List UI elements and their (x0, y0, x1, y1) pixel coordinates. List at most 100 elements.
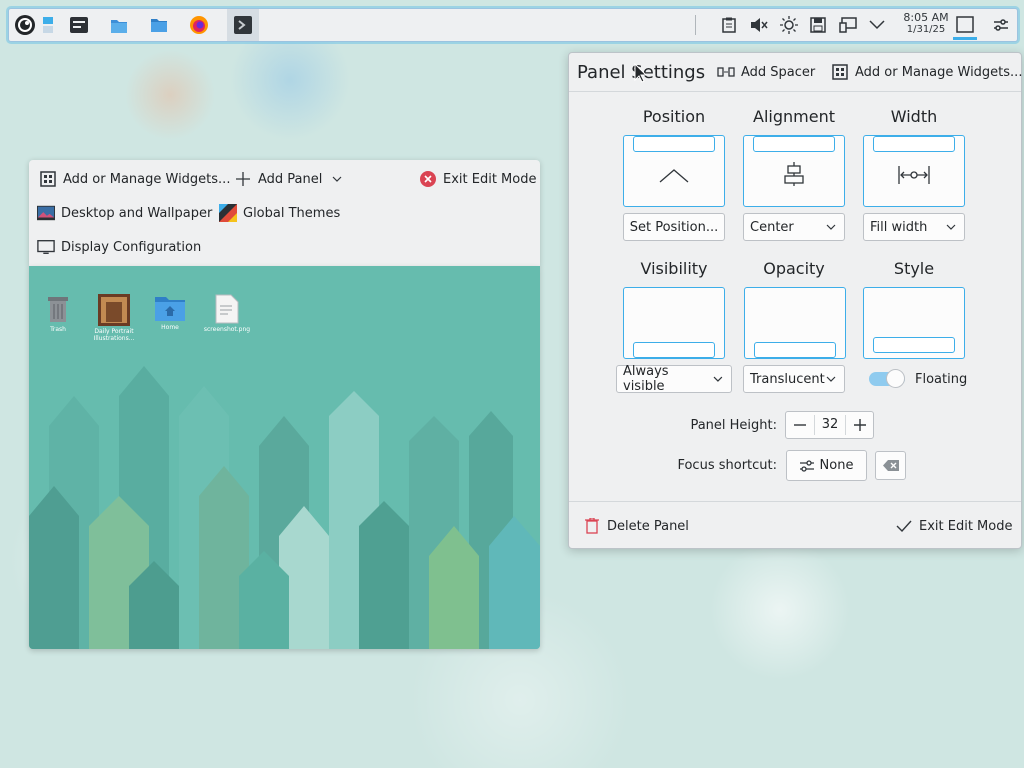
opacity-value: Translucent (750, 371, 825, 387)
add-widgets-button[interactable]: Add or Manage Widgets... (831, 60, 1022, 84)
position-label: Position (642, 107, 706, 126)
width-select[interactable]: Fill width (863, 213, 965, 241)
overview-icon[interactable] (67, 13, 91, 37)
desktop-icon-trash[interactable]: Trash (34, 294, 82, 333)
position-preview (623, 135, 725, 207)
style-preview (863, 287, 965, 359)
digital-clock[interactable]: 8:05 AM 1/31/25 (893, 12, 959, 36)
clear-shortcut-button[interactable] (875, 451, 906, 480)
desktop-icon-home[interactable]: Home (146, 294, 194, 331)
minus-icon (794, 424, 806, 426)
focus-shortcut-button[interactable]: None (786, 450, 867, 481)
opacity-select[interactable]: Translucent (743, 365, 845, 393)
chevron-down-icon[interactable] (867, 15, 887, 35)
alignment-value: Center (750, 219, 794, 235)
chevron-down-icon (826, 224, 836, 230)
global-themes-button[interactable]: Global Themes (219, 201, 340, 225)
clock-date: 1/31/25 (906, 24, 946, 35)
decrement-button[interactable] (786, 412, 814, 438)
trash-icon (48, 297, 68, 322)
dolphin-icon[interactable] (107, 13, 131, 37)
konsole-icon[interactable] (231, 13, 255, 37)
network-icon[interactable] (838, 15, 858, 35)
panel-preview-bar (753, 136, 835, 152)
pager-icon[interactable] (41, 13, 55, 37)
alignment-preview (743, 135, 845, 207)
alignment-select[interactable]: Center (743, 213, 845, 241)
panel-preview-bar (754, 342, 836, 358)
add-widgets-label: Add or Manage Widgets... (63, 171, 231, 187)
show-desktop-indicator (953, 37, 977, 40)
storage-icon[interactable] (808, 15, 828, 35)
desktop-icon-label: Daily Portrait Illustrations... (93, 328, 135, 342)
display-configuration-label: Display Configuration (61, 239, 202, 255)
trash-icon (583, 517, 601, 535)
desktop-preview[interactable]: Trash Daily Portrait Illustrations... Ho… (29, 266, 540, 649)
exit-edit-mode-button[interactable]: Exit Edit Mode (895, 514, 1012, 538)
application-launcher-icon[interactable] (13, 13, 37, 37)
floating-label: Floating (915, 371, 968, 387)
clock-time: 8:05 AM (903, 11, 949, 24)
delete-panel-button[interactable]: Delete Panel (583, 514, 689, 538)
alignment-label: Alignment (753, 107, 835, 126)
show-desktop-icon[interactable] (955, 15, 975, 35)
desktop-icon-file[interactable]: screenshot.png (203, 294, 251, 333)
exit-edit-mode-label: Exit Edit Mode (919, 518, 1013, 534)
toggle-knob (886, 369, 905, 388)
spacer-icon (717, 63, 735, 81)
panel-configure-icon[interactable] (991, 15, 1011, 35)
exit-edit-mode-label: Exit Edit Mode (443, 171, 537, 187)
desktop-icon-image[interactable]: Daily Portrait Illustrations... (90, 294, 138, 342)
add-spacer-button[interactable]: Add Spacer (717, 60, 815, 84)
clipboard-icon[interactable] (719, 15, 739, 35)
exit-edit-mode-button[interactable]: Exit Edit Mode (419, 167, 536, 191)
visibility-preview (623, 287, 725, 359)
opacity-preview (744, 287, 846, 359)
add-widgets-label: Add or Manage Widgets... (855, 64, 1023, 80)
floating-toggle[interactable]: Floating (869, 369, 968, 388)
edit-mode-toolbar: Add or Manage Widgets... Add Panel Exit … (29, 160, 540, 266)
settings-sliders-icon (799, 459, 814, 472)
plus-icon (234, 170, 252, 188)
desktop-wallpaper-label: Desktop and Wallpaper (61, 205, 213, 221)
global-themes-label: Global Themes (243, 205, 341, 221)
width-value: Fill width (870, 219, 928, 235)
panel-height-spinbox[interactable]: 32 (785, 411, 874, 439)
panel-preview-bar (633, 342, 715, 358)
backspace-icon (882, 460, 899, 471)
opacity-label: Opacity (763, 259, 825, 278)
visibility-select[interactable]: Always visible (616, 364, 732, 394)
visibility-value: Always visible (623, 364, 669, 394)
panel-preview-bar (873, 136, 955, 152)
desktop-icon-label: Trash (50, 326, 66, 333)
panel-settings-dialog: Panel Settings Add Spacer Add or Manage … (568, 52, 1022, 549)
add-panel-button[interactable]: Add Panel (234, 167, 346, 191)
volume-muted-icon[interactable] (749, 15, 769, 35)
toggle-switch[interactable] (869, 369, 905, 388)
text-file-icon (215, 294, 239, 324)
footer-separator (569, 501, 1021, 502)
checkmark-icon (895, 517, 913, 535)
set-position-button[interactable]: Set Position... (623, 213, 725, 241)
style-label: Style (893, 259, 935, 278)
home-folder-icon (155, 297, 185, 321)
add-panel-label: Add Panel (258, 171, 323, 187)
align-center-icon (784, 162, 804, 186)
brightness-icon[interactable] (779, 15, 799, 35)
panel-height-label: Panel Height: (690, 418, 777, 433)
firefox-icon[interactable] (187, 13, 211, 37)
chevron-down-icon (328, 170, 346, 188)
panel-preview-bar (633, 136, 715, 152)
panel-height-value[interactable]: 32 (815, 412, 845, 438)
chevron-down-icon (946, 224, 956, 230)
chevron-up-icon (659, 169, 689, 183)
display-configuration-button[interactable]: Display Configuration (37, 235, 201, 259)
close-circle-icon (419, 170, 437, 188)
panel-preview-bar (873, 337, 955, 353)
desktop-wallpaper-button[interactable]: Desktop and Wallpaper (37, 201, 212, 225)
increment-button[interactable] (846, 412, 874, 438)
add-spacer-label: Add Spacer (741, 64, 816, 80)
add-widgets-button[interactable]: Add or Manage Widgets... (39, 167, 230, 191)
wallpaper-icon (37, 204, 55, 222)
file-manager-icon[interactable] (147, 13, 171, 37)
